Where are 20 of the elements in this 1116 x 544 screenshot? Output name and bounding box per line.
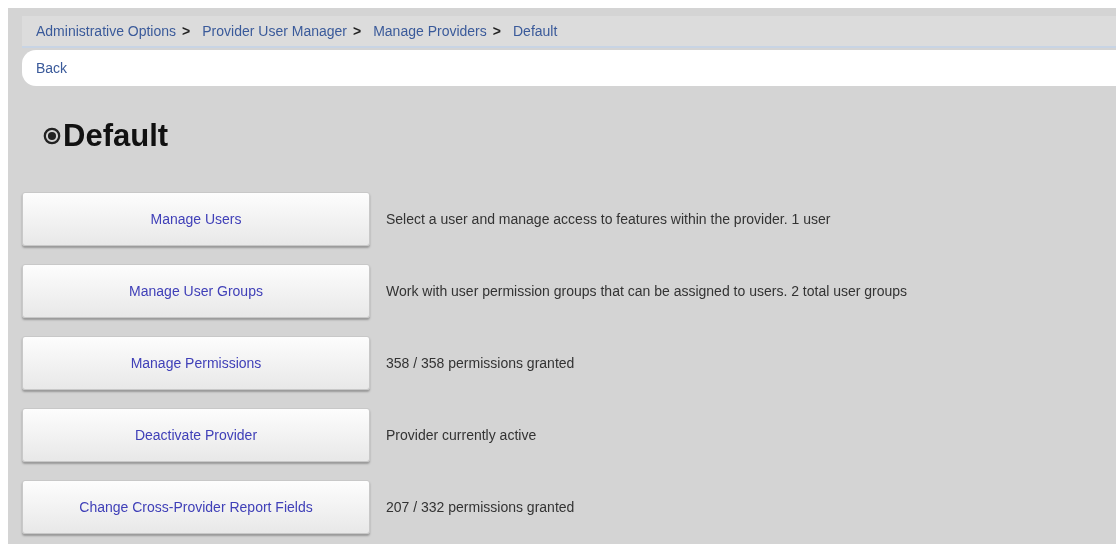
breadcrumb-link[interactable]: Manage Providers <box>373 23 487 39</box>
action-button[interactable]: Change Cross-Provider Report Fields <box>22 480 370 534</box>
back-link[interactable]: Back <box>36 60 68 76</box>
action-button[interactable]: Manage Permissions <box>22 336 370 390</box>
action-button[interactable]: Manage Users <box>22 192 370 246</box>
breadcrumb-separator: > <box>492 23 501 39</box>
action-description: 207 / 332 permissions granted <box>386 499 575 515</box>
action-description: 358 / 358 permissions granted <box>386 355 575 371</box>
action-button[interactable]: Manage User Groups <box>22 264 370 318</box>
target-icon <box>43 127 61 145</box>
breadcrumb-separator: > <box>353 23 362 39</box>
breadcrumb-separator: > <box>182 23 191 39</box>
action-description: Provider currently active <box>386 427 537 443</box>
breadcrumb-link[interactable]: Provider User Manager <box>202 23 347 39</box>
breadcrumb-link[interactable]: Administrative Options <box>36 23 177 39</box>
action-description: Work with user permission groups that can be assigned to users. 2 total user groups <box>386 283 908 299</box>
action-button[interactable]: Deactivate Provider <box>22 408 370 462</box>
action-description: Select a user and manage access to features within the provider. 1 user <box>386 211 831 227</box>
page-title: Default <box>63 118 169 154</box>
breadcrumb-link[interactable]: Default <box>513 23 558 39</box>
